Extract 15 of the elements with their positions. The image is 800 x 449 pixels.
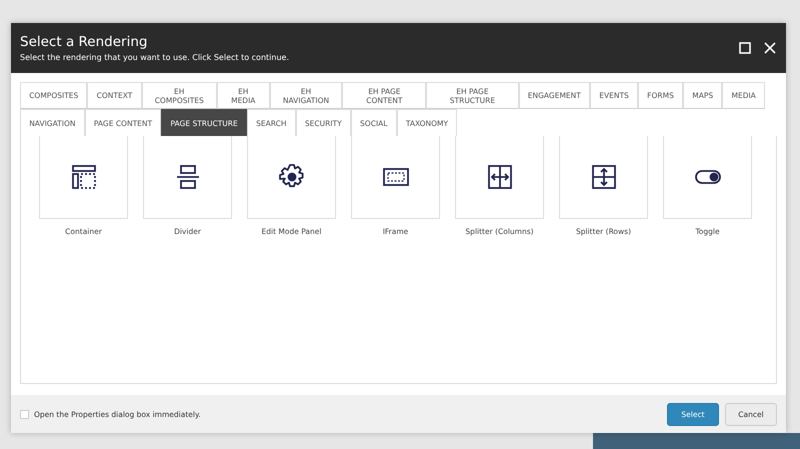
maximize-icon[interactable] (739, 42, 751, 54)
rendering-tile[interactable] (663, 136, 752, 219)
rendering-tile[interactable] (455, 136, 544, 219)
rendering-tile[interactable] (143, 136, 232, 219)
rendering-tile[interactable] (559, 136, 648, 219)
checkbox[interactable] (20, 410, 29, 418)
rendering-tile[interactable] (247, 136, 336, 219)
column-split-icon (486, 163, 514, 191)
layout-icon (70, 163, 98, 191)
close-icon[interactable] (764, 42, 776, 54)
row-split-icon (590, 163, 618, 191)
dialog-title: Select a Rendering (20, 34, 148, 50)
rendering-tile[interactable] (39, 136, 128, 219)
rendering-tile[interactable] (351, 136, 440, 219)
dialog-subtitle: Select the rendering that you want to use. Click Select to continue. (20, 53, 290, 62)
